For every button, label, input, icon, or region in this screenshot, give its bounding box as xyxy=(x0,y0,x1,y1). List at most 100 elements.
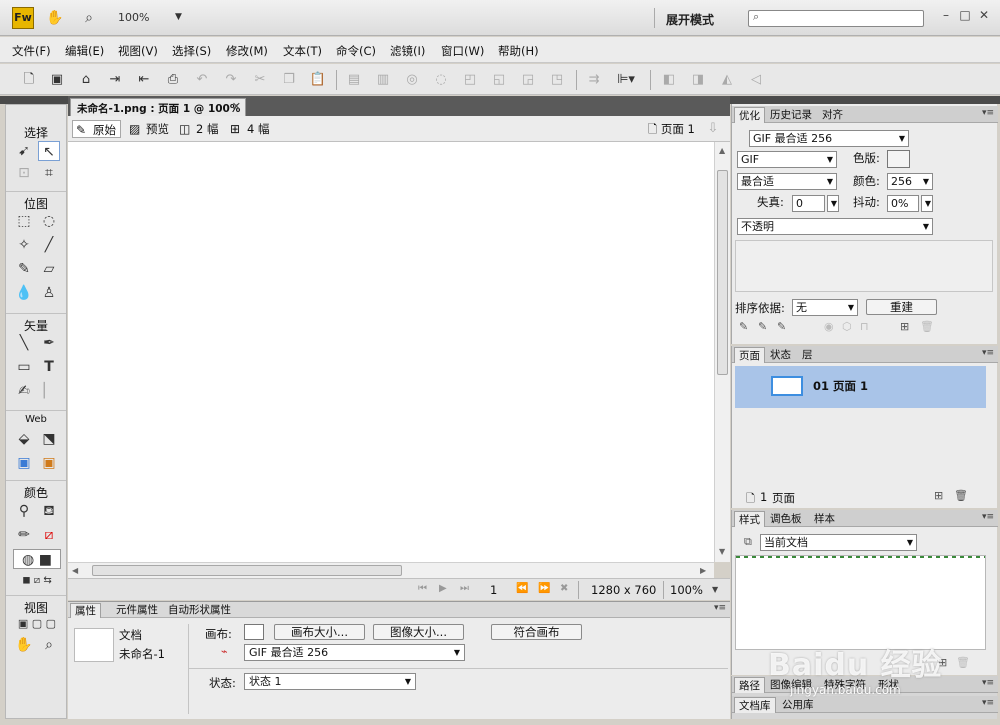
print-icon[interactable]: ⎙ xyxy=(164,71,182,89)
panel-menu-icon[interactable]: ▾≡ xyxy=(714,603,726,613)
color-defaults-icon[interactable]: ◼ ⧄ ⇆ xyxy=(9,571,65,591)
play-icon[interactable]: ▶ xyxy=(439,583,447,594)
minimize-icon[interactable]: – xyxy=(939,8,953,22)
ungroup-icon[interactable]: ▥ xyxy=(374,71,392,89)
zoom-dropdown-icon[interactable]: ▼ xyxy=(712,585,718,594)
web-safe-icon[interactable]: ⬡ xyxy=(842,320,852,333)
stroke-swatch[interactable]: ⧄ xyxy=(38,525,60,545)
last-frame-icon[interactable]: ⏭ xyxy=(460,583,469,594)
tab-styles[interactable]: 样式 xyxy=(734,511,765,527)
rubber-stamp-tool-icon[interactable]: ♙ xyxy=(38,283,60,303)
new-file-icon[interactable]: 🗋 xyxy=(20,71,38,89)
horizontal-scroll-thumb[interactable] xyxy=(92,565,402,576)
paste-icon[interactable]: 📋 xyxy=(309,71,327,89)
tab-symbol-properties[interactable]: 元件属性 xyxy=(112,603,162,618)
scale-tool-icon[interactable]: ⊡ xyxy=(13,163,35,183)
first-frame-icon[interactable]: ⏮ xyxy=(418,583,427,594)
knife-tool-icon[interactable]: ▏ xyxy=(38,381,60,401)
new-page-icon[interactable]: ⊞ xyxy=(934,489,943,502)
open-icon[interactable]: ⌂ xyxy=(77,71,95,89)
snap-to-web-icon[interactable]: ◉ xyxy=(824,320,834,333)
export-setting-select[interactable]: GIF 最合适 256 ▼ xyxy=(244,644,465,661)
bring-forward-icon[interactable]: ◱ xyxy=(490,71,508,89)
state-select[interactable]: 状态 1 ▼ xyxy=(244,673,416,690)
lock-icon[interactable]: ⊓ xyxy=(860,320,869,333)
fill-color-swatch[interactable]: ◍ ■ xyxy=(13,549,61,569)
transparent-color-icon[interactable]: ✎ xyxy=(758,320,767,333)
canvas-size-button[interactable]: 画布大小... xyxy=(274,624,365,640)
tab-path[interactable]: 路径 xyxy=(734,677,765,693)
dither-input[interactable]: 0% xyxy=(887,195,919,212)
dither-dropdown[interactable]: ▼ xyxy=(921,195,933,212)
tab-align[interactable]: 对齐 xyxy=(818,107,847,123)
magic-wand-tool-icon[interactable]: ✧ xyxy=(13,235,35,255)
document-tab[interactable]: 未命名-1.png : 页面 1 @ 100% ✕ xyxy=(70,98,246,116)
menu-window[interactable]: 窗口(W) xyxy=(441,43,484,59)
freeform-tool-icon[interactable]: ✍ xyxy=(13,381,35,401)
join-icon[interactable]: ◎ xyxy=(403,71,421,89)
eyedropper-tool-icon[interactable]: ⚲ xyxy=(13,501,35,521)
page-list-item[interactable]: 01 页面 1 xyxy=(735,366,986,408)
show-slices-icon[interactable]: ▣ xyxy=(38,453,60,473)
next-frame-icon[interactable]: ⏩ xyxy=(538,583,550,594)
panel-menu-icon[interactable]: ▾≡ xyxy=(982,348,994,358)
loss-dropdown[interactable]: ▼ xyxy=(827,195,839,212)
panel-menu-icon[interactable]: ▾≡ xyxy=(982,108,994,118)
status-zoom[interactable]: 100% xyxy=(670,583,703,597)
export-icon[interactable]: ⇤ xyxy=(135,71,153,89)
import-icon[interactable]: ⇥ xyxy=(106,71,124,89)
palette-type-select[interactable]: 最合适 ▼ xyxy=(737,173,837,190)
menu-modify[interactable]: 修改(M) xyxy=(226,43,268,59)
delete-color-icon[interactable]: 🗑 xyxy=(920,320,934,333)
matte-color-swatch[interactable] xyxy=(887,150,910,168)
view-2up-button[interactable]: ◫ 2 幅 xyxy=(176,120,222,138)
fit-canvas-button[interactable]: 符合画布 xyxy=(491,624,582,640)
delete-page-icon[interactable]: 🗑 xyxy=(954,489,968,502)
tab-common-library[interactable]: 公用库 xyxy=(778,697,818,713)
menu-view[interactable]: 视图(V) xyxy=(118,43,158,59)
bring-to-front-icon[interactable]: ◰ xyxy=(461,71,479,89)
scroll-left-icon[interactable]: ◀ xyxy=(72,566,78,575)
canvas-color-swatch[interactable] xyxy=(244,624,264,640)
menu-commands[interactable]: 命令(C) xyxy=(336,43,376,59)
rotate-cw-icon[interactable]: ◨ xyxy=(689,71,707,89)
subselect-tool-icon[interactable]: ↖ xyxy=(38,141,60,161)
zoom-icon[interactable]: ⌕ xyxy=(80,9,98,27)
copy-icon[interactable]: ❐ xyxy=(280,71,298,89)
pencil-tool-icon[interactable]: ✎ xyxy=(13,259,35,279)
align-dropdown-icon[interactable]: ⊫▾ xyxy=(611,71,641,89)
flip-vertical-icon[interactable]: ◁ xyxy=(747,71,765,89)
undo-icon[interactable]: ↶ xyxy=(193,71,211,89)
menu-edit[interactable]: 编辑(E) xyxy=(65,43,104,59)
lock-color-icon[interactable]: ✎ xyxy=(777,320,786,333)
save-icon[interactable]: ▣ xyxy=(48,71,66,89)
styles-source-select[interactable]: 当前文档 ▼ xyxy=(760,534,917,551)
hand-icon[interactable]: ✋ xyxy=(46,9,64,27)
cut-icon[interactable]: ✂ xyxy=(251,71,269,89)
lasso-tool-icon[interactable]: ◌ xyxy=(38,211,60,231)
delete-style-icon[interactable]: 🗑 xyxy=(956,656,970,669)
hand-tool-icon[interactable]: ✋ xyxy=(13,635,35,655)
send-to-back-icon[interactable]: ◳ xyxy=(548,71,566,89)
format-select[interactable]: GIF ▼ xyxy=(737,151,837,168)
marquee-tool-icon[interactable]: ⬚ xyxy=(13,211,35,231)
colors-select[interactable]: 256 ▼ xyxy=(887,173,933,190)
close-tab-icon[interactable]: ✕ xyxy=(232,100,241,113)
vertical-scrollbar[interactable]: ▲ ▼ xyxy=(714,142,730,562)
maximize-icon[interactable]: □ xyxy=(958,8,972,22)
split-icon[interactable]: ◌ xyxy=(432,71,450,89)
flip-horizontal-icon[interactable]: ◭ xyxy=(718,71,736,89)
panel-menu-icon[interactable]: ▾≡ xyxy=(982,698,994,708)
stroke-color-icon[interactable]: ✏ xyxy=(13,525,35,545)
stop-icon[interactable]: ✖ xyxy=(560,583,568,594)
align-panel-icon[interactable]: ⇉ xyxy=(585,71,603,89)
prev-frame-icon[interactable]: ⏪ xyxy=(516,583,528,594)
brush-tool-icon[interactable]: ╱ xyxy=(38,235,60,255)
document-canvas[interactable] xyxy=(68,142,714,562)
send-backward-icon[interactable]: ◲ xyxy=(519,71,537,89)
tab-document-library[interactable]: 文档库 xyxy=(734,697,776,713)
zoom-dropdown-icon[interactable]: ▼ xyxy=(175,12,182,22)
close-icon[interactable]: ✕ xyxy=(977,8,991,22)
vertical-scroll-thumb[interactable] xyxy=(717,170,728,375)
view-original-button[interactable]: ✎ 原始 xyxy=(72,120,121,138)
